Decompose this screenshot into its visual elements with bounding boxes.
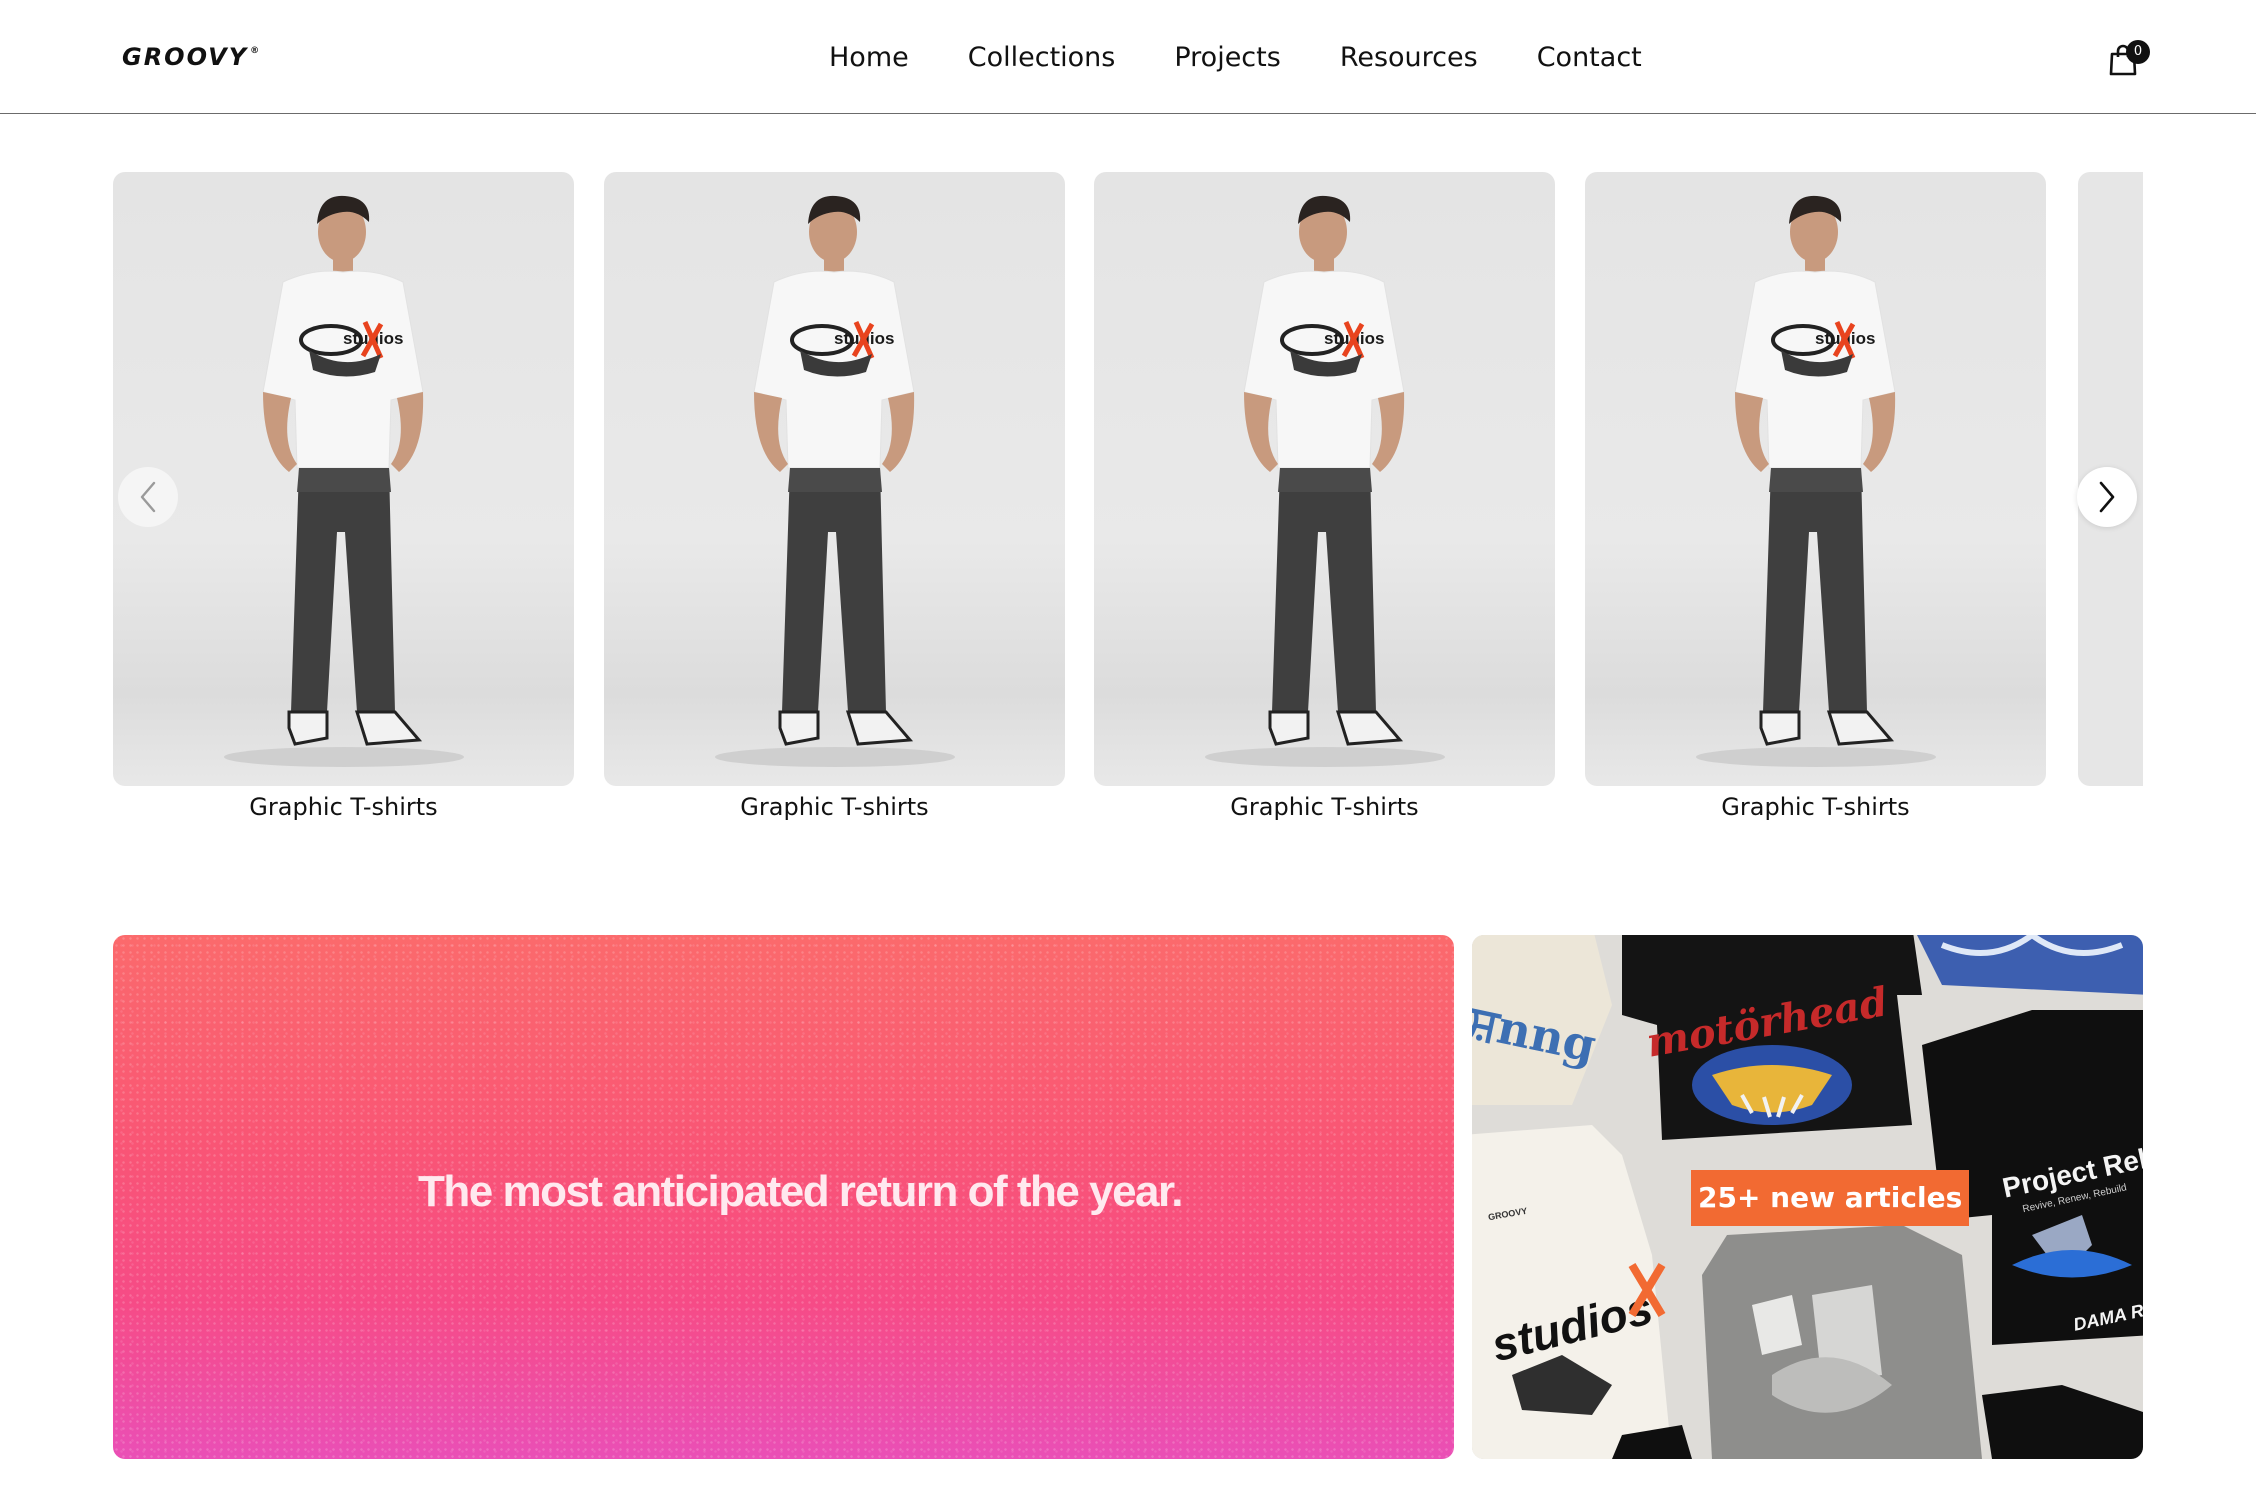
nav-projects[interactable]: Projects (1174, 40, 1280, 76)
product-image[interactable]: studios (113, 172, 574, 786)
nav-collections[interactable]: Collections (968, 40, 1116, 76)
model-photo: studios (1696, 195, 1936, 767)
nav-contact[interactable]: Contact (1537, 40, 1642, 76)
product-card[interactable]: studios Graphic T-shirts (1094, 172, 1555, 822)
promo-banner[interactable]: The most anticipated return of the year. (113, 935, 1454, 1459)
main-nav: Home Collections Projects Resources Cont… (829, 40, 1642, 76)
model-photo: studios (1205, 195, 1445, 767)
product-card-label[interactable]: Graphic T-shirts (604, 792, 1065, 822)
product-image[interactable]: studios (1094, 172, 1555, 786)
chevron-left-icon (140, 481, 156, 513)
logo-registered-mark: ® (250, 46, 262, 56)
model-photo: studios (224, 195, 464, 767)
new-articles-banner[interactable]: ਸ਼nng motörhead Project Rebi Revive, Ren… (1472, 935, 2143, 1459)
model-photo: studios (715, 195, 955, 767)
product-card-label[interactable]: Graphic T-shirts (1094, 792, 1555, 822)
product-carousel: studios Graphic T-shirts (113, 172, 2143, 832)
carousel-prev-button[interactable] (118, 467, 178, 527)
product-image[interactable]: studios (1585, 172, 2046, 786)
product-image[interactable]: studios (604, 172, 1065, 786)
new-articles-badge: 25+ new articles (1691, 1170, 1970, 1226)
brand-logo[interactable]: GROOVY ® (122, 40, 261, 74)
product-card-label[interactable]: Graphic T-shirts (1585, 792, 2046, 822)
product-card[interactable]: studios Graphic T-shirts (1585, 172, 2046, 822)
cart-button[interactable]: 0 (2108, 38, 2152, 80)
site-header: GROOVY ® Home Collections Projects Resour… (0, 0, 2256, 114)
nav-home[interactable]: Home (829, 40, 909, 76)
product-card-label[interactable]: Graphic T-shirts (113, 792, 574, 822)
product-card[interactable]: studios Graphic T-shirts (113, 172, 574, 822)
product-card[interactable]: studios Graphic T-shirts (604, 172, 1065, 822)
logo-text: GROOVY (122, 43, 249, 71)
nav-resources[interactable]: Resources (1340, 40, 1478, 76)
promo-headline: The most anticipated return of the year. (418, 1167, 1183, 1216)
carousel-next-button[interactable] (2077, 467, 2137, 527)
cart-count-badge: 0 (2126, 40, 2150, 64)
chevron-right-icon (2099, 481, 2115, 513)
